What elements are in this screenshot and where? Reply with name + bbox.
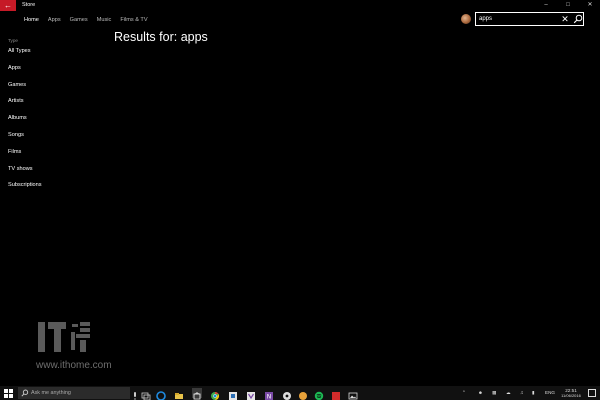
windows-start-icon[interactable] — [4, 389, 13, 398]
minimize-icon: – — [544, 2, 548, 8]
svg-text:N: N — [267, 394, 272, 400]
action-center-icon[interactable] — [588, 389, 596, 397]
app-icon[interactable] — [331, 388, 341, 400]
back-button[interactable]: ← — [0, 0, 16, 11]
search-icon[interactable] — [573, 14, 583, 24]
filter-artists[interactable]: Artists — [8, 97, 98, 114]
filter-games[interactable]: Games — [8, 81, 98, 98]
sound-icon[interactable] — [282, 388, 292, 400]
filter-subscriptions[interactable]: Subscriptions — [8, 181, 98, 198]
back-arrow-icon: ← — [4, 1, 12, 10]
clear-icon[interactable]: ✕ — [560, 13, 570, 25]
title-bar: ← Store – □ ✕ — [0, 0, 600, 11]
watermark: www.ithome.com — [36, 318, 136, 374]
filter-songs[interactable]: Songs — [8, 131, 98, 148]
app-icon[interactable] — [298, 388, 308, 400]
minimize-button[interactable]: – — [538, 0, 554, 11]
filter-albums[interactable]: Albums — [8, 114, 98, 131]
filter-apps[interactable]: Apps — [8, 64, 98, 81]
spotify-icon[interactable] — [314, 388, 324, 400]
close-icon: ✕ — [587, 2, 593, 8]
filter-all-types[interactable]: All Types — [8, 47, 98, 64]
top-nav: Home Apps Games Music Films & TV — [24, 15, 157, 25]
user-avatar[interactable] — [461, 14, 471, 24]
photos-icon[interactable] — [348, 388, 358, 400]
filter-films[interactable]: Films — [8, 148, 98, 165]
nav-films-tv[interactable]: Films & TV — [120, 15, 147, 25]
filter-heading: Type — [8, 38, 18, 43]
task-view-icon[interactable] — [141, 388, 151, 400]
onenote-icon[interactable]: N — [264, 388, 274, 400]
search-input[interactable] — [479, 14, 557, 24]
cloud-icon[interactable]: ☁ — [506, 386, 511, 400]
search-box: ✕ — [475, 12, 584, 26]
battery-icon[interactable]: ▮ — [532, 386, 535, 400]
taskbar: Ask me anything N ⌃ ☻ ▩ ☁ ♫ ▮ ENG 22:51 … — [0, 386, 600, 400]
nav-music[interactable]: Music — [97, 15, 112, 25]
network-icon[interactable]: ▩ — [492, 386, 496, 400]
type-filter-list: All Types Apps Games Artists Albums Song… — [8, 47, 98, 198]
clock[interactable]: 22:51 11/06/2016 — [558, 388, 584, 398]
app-icon[interactable] — [228, 388, 238, 400]
results-heading: Results for: apps — [114, 30, 208, 44]
store-icon[interactable] — [192, 388, 202, 400]
nav-home[interactable]: Home — [24, 15, 39, 25]
language-indicator[interactable]: ENG — [545, 386, 555, 400]
results-query: apps — [180, 30, 208, 44]
clock-date: 11/06/2016 — [561, 393, 581, 398]
chrome-icon[interactable] — [210, 388, 220, 400]
app-title: Store — [22, 2, 36, 8]
search-icon — [21, 389, 29, 397]
ithome-logo — [38, 322, 90, 352]
visual-studio-icon[interactable] — [246, 388, 256, 400]
nav-games[interactable]: Games — [70, 15, 88, 25]
results-prefix: Results for: — [114, 30, 178, 44]
maximize-button[interactable]: □ — [560, 0, 576, 11]
show-hidden-icons-icon[interactable]: ⌃ — [462, 386, 466, 400]
people-icon[interactable]: ☻ — [478, 386, 483, 400]
file-explorer-icon[interactable] — [174, 388, 184, 399]
nav-apps[interactable]: Apps — [48, 15, 61, 25]
cortana-placeholder: Ask me anything — [31, 390, 71, 396]
edge-icon[interactable] — [156, 388, 166, 400]
microphone-icon[interactable] — [130, 388, 140, 400]
volume-icon[interactable]: ♫ — [520, 386, 523, 400]
cortana-search-box[interactable]: Ask me anything — [18, 387, 130, 399]
watermark-url: www.ithome.com — [36, 360, 112, 371]
close-button[interactable]: ✕ — [582, 0, 598, 11]
filter-tv-shows[interactable]: TV shows — [8, 165, 98, 182]
maximize-icon: □ — [566, 2, 570, 8]
